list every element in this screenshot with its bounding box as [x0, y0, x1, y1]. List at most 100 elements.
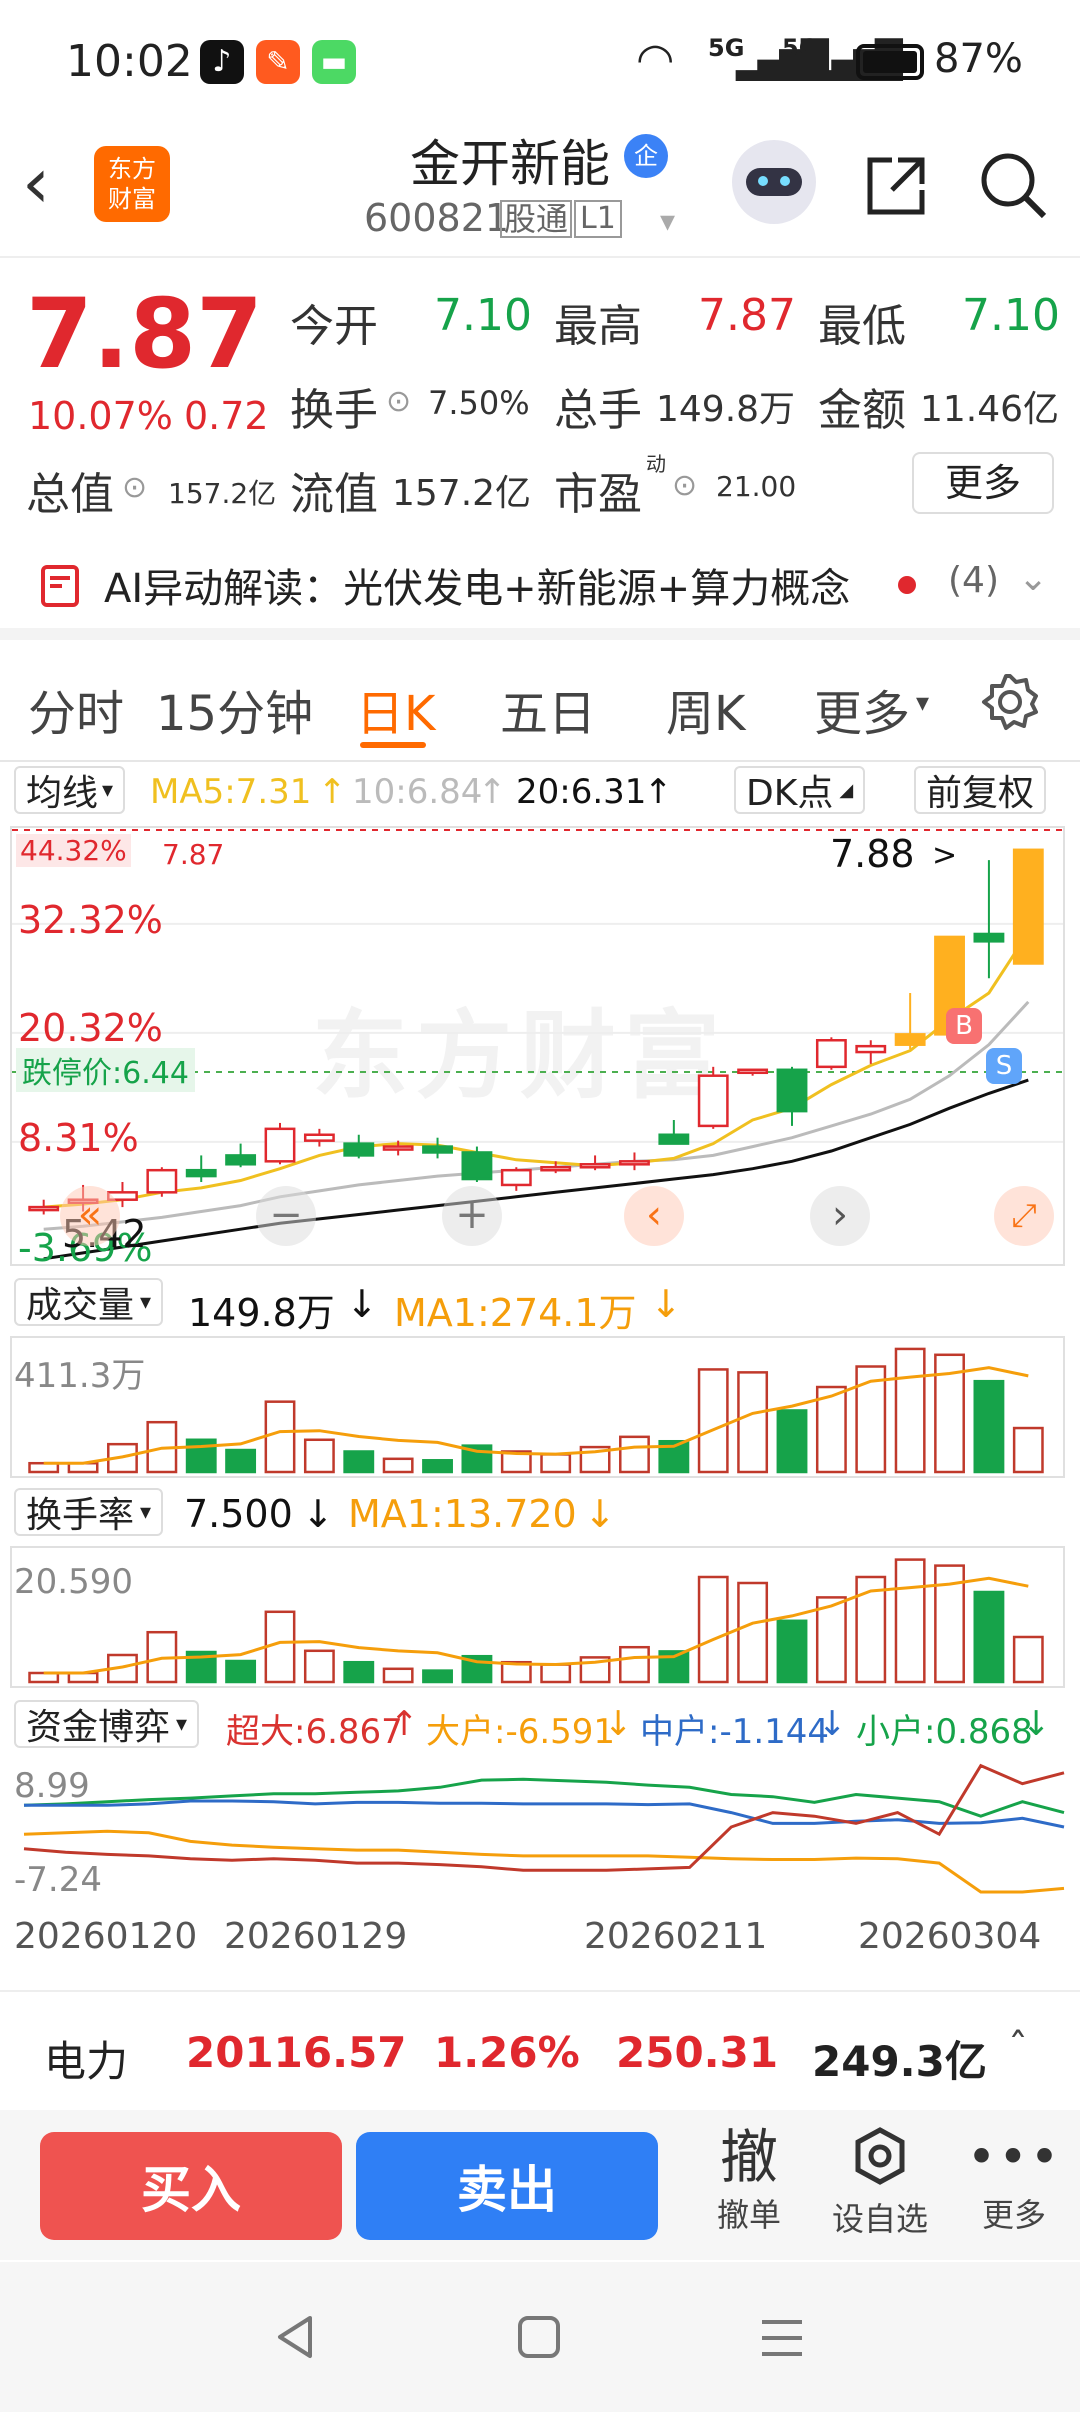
volume-svg	[28, 1347, 1044, 1474]
down-arrow-icon: ↓	[818, 1704, 847, 1744]
turnover-indicator-label: 换手率	[26, 1495, 135, 1536]
date-label-4: 20260304	[858, 1916, 1042, 1957]
chevron-down-icon[interactable]: ▾	[916, 688, 929, 718]
low-value: 7.10	[962, 290, 1060, 341]
volume-bar	[973, 1379, 1005, 1474]
candle-body	[737, 1068, 769, 1075]
open-value: 7.10	[434, 290, 532, 341]
scroll-left-icon[interactable]: ‹	[624, 1186, 684, 1246]
turnover-label: 换手	[290, 385, 378, 436]
cancel-order-button[interactable]: 撤 撤单	[704, 2124, 794, 2236]
candle-body	[1012, 848, 1044, 965]
scroll-right-icon[interactable]: ›	[810, 1186, 870, 1246]
top-price-label: 7.87	[162, 838, 225, 871]
dk-point-label: DK点	[746, 773, 834, 814]
date-label-1: 20260120	[14, 1916, 198, 1957]
turnover-bar	[343, 1660, 375, 1684]
buy-button[interactable]: 买入	[40, 2132, 342, 2240]
candle-body	[146, 1168, 178, 1194]
more-quote-button[interactable]: 更多	[912, 452, 1054, 514]
dk-point-button[interactable]: DK点 ◢	[734, 766, 866, 814]
ma-selector-label: 均线	[26, 773, 99, 814]
nav-back-icon[interactable]	[270, 2312, 320, 2362]
level-tag: L1	[574, 200, 622, 238]
turnover-bar	[894, 1558, 926, 1684]
volume-chart[interactable]: 411.3万	[10, 1336, 1065, 1478]
volume-ymax: 411.3万	[14, 1356, 146, 1396]
low-label: 最低	[818, 301, 906, 352]
share-icon[interactable]	[862, 152, 930, 220]
turnover-info-icon[interactable]: ⊙	[386, 384, 411, 419]
more-actions-button[interactable]: ••• 更多	[966, 2124, 1062, 2236]
tab-15min[interactable]: 15分钟	[156, 674, 313, 744]
zoom-in-icon[interactable]: +	[442, 1186, 502, 1246]
logo-line1: 东方	[108, 155, 156, 183]
ai-assistant-avatar[interactable]	[732, 140, 816, 224]
stock-code: 600821	[364, 196, 510, 240]
pe-info-icon[interactable]: ⊙	[672, 468, 697, 503]
ma-selector[interactable]: 均线 ▾	[14, 766, 126, 814]
app-logo[interactable]: 东方 财富	[94, 146, 170, 222]
sell-signal-marker[interactable]: S	[986, 1048, 1022, 1084]
turnover-bar	[619, 1645, 650, 1684]
tab-daily-k[interactable]: 日K	[356, 674, 435, 744]
candle-body	[500, 1168, 532, 1187]
tab-weekly-k[interactable]: 周K	[666, 674, 745, 744]
search-icon[interactable]	[978, 150, 1048, 220]
kline-chart[interactable]: 东方财富 44.32% 7.87 32.32% 20.32% 跌停价:6.44 …	[10, 826, 1065, 1270]
volume-value: 149.8万	[656, 389, 796, 430]
volume-bar	[737, 1371, 769, 1474]
candle-body	[225, 1154, 257, 1166]
large-flow: 大户:-6.591	[426, 1712, 616, 1752]
zoom-out-icon[interactable]: −	[256, 1186, 316, 1246]
ai-insight-text: AI异动解读：光伏发电+新能源+算力概念	[104, 566, 851, 612]
tab-intraday[interactable]: 分时	[28, 674, 124, 744]
sector-index-bar[interactable]: 电力 20116.57 1.26% 250.31 249.3亿 ˆ	[0, 1990, 1080, 2110]
tab-more[interactable]: 更多	[814, 674, 910, 744]
candle-body	[697, 1074, 729, 1128]
candle-body	[619, 1160, 650, 1166]
flow-ymax: 8.99	[14, 1766, 90, 1806]
buy-signal-marker[interactable]: B	[946, 1008, 982, 1044]
adjust-mode-button[interactable]: 前复权	[914, 766, 1047, 814]
fund-flow-selector[interactable]: 资金博弈 ▾	[14, 1700, 200, 1748]
candle-body	[540, 1165, 572, 1172]
sell-button[interactable]: 卖出	[356, 2132, 658, 2240]
open-label: 今开	[290, 301, 378, 352]
sector-change: 250.31	[616, 2028, 779, 2077]
candle-body	[264, 1127, 296, 1163]
candle-body	[382, 1145, 414, 1151]
chevron-down-icon[interactable]: ▾	[660, 204, 675, 239]
limit-down-label: 跌停价:6.44	[16, 1048, 195, 1092]
hexagon-icon	[855, 2127, 905, 2185]
info-icon[interactable]: ⊙	[122, 470, 147, 505]
tiktok-icon: ♪	[200, 40, 244, 84]
back-icon[interactable]: ‹	[22, 142, 50, 224]
turnover-indicator-selector[interactable]: 换手率 ▾	[14, 1488, 164, 1536]
down-arrow-icon: ↓	[1022, 1704, 1051, 1744]
chevron-up-icon[interactable]: ˆ	[1008, 2026, 1028, 2072]
add-watchlist-label: 设自选	[831, 2200, 928, 2238]
system-nav-bar	[0, 2262, 1080, 2412]
up-arrow-icon: ↑	[390, 1704, 419, 1744]
scroll-left-fast-icon[interactable]: «	[60, 1186, 120, 1246]
volume-bar	[776, 1409, 808, 1474]
logo-line2: 财富	[108, 185, 156, 213]
volume-indicator-selector[interactable]: 成交量 ▾	[14, 1278, 164, 1326]
more-actions-label: 更多	[981, 2196, 1046, 2234]
volume-indicator-label: 成交量	[26, 1285, 135, 1326]
expand-icon[interactable]: ⤢	[994, 1186, 1054, 1246]
chevron-down-icon[interactable]: ⌄	[1018, 558, 1048, 599]
turnover-bar	[382, 1667, 414, 1684]
add-watchlist-button[interactable]: 设自选	[820, 2124, 940, 2240]
fund-flow-chart[interactable]: 8.99 -7.24	[10, 1752, 1065, 1902]
turnover-bar	[776, 1619, 808, 1684]
turnover-chart[interactable]: 20.590	[10, 1546, 1065, 1688]
nav-home-icon[interactable]	[516, 2314, 562, 2360]
gear-icon[interactable]	[980, 672, 1040, 732]
super-large-flow: 超大:6.867	[226, 1712, 403, 1752]
tab-five-day[interactable]: 五日	[500, 674, 596, 744]
nav-menu-icon[interactable]	[758, 2316, 806, 2360]
ai-insight-banner[interactable]: AI异动解读：光伏发电+新能源+算力概念 (4) ⌄	[0, 530, 1080, 640]
amount-label: 金额	[818, 385, 906, 436]
